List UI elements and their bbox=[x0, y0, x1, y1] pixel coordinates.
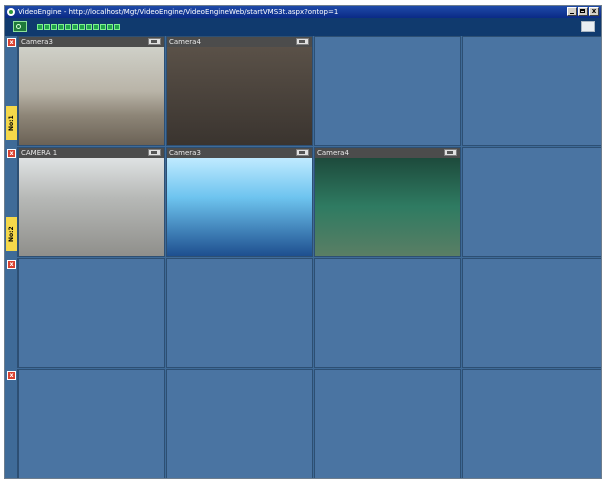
camera-label: Camera3 bbox=[21, 38, 53, 46]
camera-switch-icon[interactable] bbox=[13, 21, 27, 32]
empty-view-cell[interactable] bbox=[314, 369, 461, 478]
video-engine-window: VideoEngine - http://localhost/Mgt/Video… bbox=[4, 5, 602, 479]
camera-menu-button[interactable] bbox=[296, 38, 309, 45]
layout-toggle-button[interactable] bbox=[581, 21, 595, 32]
empty-view-cell[interactable] bbox=[462, 369, 601, 478]
empty-view-cell[interactable] bbox=[18, 258, 165, 368]
camera-view-cell[interactable]: Camera4 bbox=[314, 147, 461, 257]
camera-feed-image bbox=[19, 47, 164, 145]
camera-feed-image bbox=[167, 158, 312, 256]
camera-menu-button[interactable] bbox=[148, 149, 161, 156]
status-segment bbox=[79, 24, 85, 30]
camera-label: Camera3 bbox=[169, 149, 201, 157]
camera-feed-image bbox=[19, 158, 164, 256]
status-segment-strip bbox=[37, 24, 120, 31]
camera-view-cell[interactable]: Camera3 bbox=[18, 36, 165, 146]
window-title: VideoEngine - http://localhost/Mgt/Video… bbox=[18, 8, 339, 16]
camera-view-cell[interactable]: Camera4 bbox=[166, 36, 313, 146]
camera-header: Camera3 bbox=[167, 148, 312, 158]
status-segment bbox=[58, 24, 64, 30]
minimize-button[interactable] bbox=[567, 7, 577, 16]
empty-view-cell[interactable] bbox=[314, 258, 461, 368]
app-icon bbox=[7, 8, 15, 16]
toolbar bbox=[5, 18, 601, 36]
camera-header: CAMERA 1 bbox=[19, 148, 164, 158]
row-header: x bbox=[5, 258, 18, 368]
grid-row: x bbox=[5, 369, 601, 478]
camera-menu-button[interactable] bbox=[444, 149, 457, 156]
status-segment bbox=[37, 24, 43, 30]
empty-view-cell[interactable] bbox=[462, 36, 601, 146]
grid-row: x bbox=[5, 258, 601, 368]
camera-menu-button[interactable] bbox=[148, 38, 161, 45]
status-segment bbox=[65, 24, 71, 30]
camera-header: Camera4 bbox=[167, 37, 312, 47]
camera-header: Camera3 bbox=[19, 37, 164, 47]
row-header: x bbox=[5, 369, 18, 478]
row-close-button[interactable]: x bbox=[7, 260, 16, 269]
row-header: x No:2 bbox=[5, 147, 18, 257]
row-number-tag: No:1 bbox=[6, 106, 17, 140]
status-segment bbox=[100, 24, 106, 30]
status-segment bbox=[93, 24, 99, 30]
empty-view-cell[interactable] bbox=[462, 147, 601, 257]
camera-view-cell[interactable]: Camera3 bbox=[166, 147, 313, 257]
empty-view-cell[interactable] bbox=[314, 36, 461, 146]
camera-feed-image bbox=[167, 47, 312, 145]
row-close-button[interactable]: x bbox=[7, 38, 16, 47]
grid-row: x No:1 Camera3 Camera4 bbox=[5, 36, 601, 146]
camera-label: Camera4 bbox=[317, 149, 349, 157]
camera-label: CAMERA 1 bbox=[21, 149, 58, 157]
row-close-button[interactable]: x bbox=[7, 149, 16, 158]
status-segment bbox=[107, 24, 113, 30]
camera-grid: x No:1 Camera3 Camera4 x No:2 CAMERA 1 Camera3 C… bbox=[5, 36, 601, 478]
camera-header: Camera4 bbox=[315, 148, 460, 158]
grid-row: x No:2 CAMERA 1 Camera3 Camera4 bbox=[5, 147, 601, 257]
status-segment bbox=[44, 24, 50, 30]
camera-menu-button[interactable] bbox=[296, 149, 309, 156]
status-segment bbox=[114, 24, 120, 30]
empty-view-cell[interactable] bbox=[18, 369, 165, 478]
status-segment bbox=[51, 24, 57, 30]
empty-view-cell[interactable] bbox=[462, 258, 601, 368]
status-segment bbox=[86, 24, 92, 30]
empty-view-cell[interactable] bbox=[166, 369, 313, 478]
close-window-button[interactable]: x bbox=[589, 7, 599, 16]
empty-view-cell[interactable] bbox=[166, 258, 313, 368]
row-close-button[interactable]: x bbox=[7, 371, 16, 380]
camera-feed-image bbox=[315, 158, 460, 256]
camera-label: Camera4 bbox=[169, 38, 201, 46]
row-number-tag: No:2 bbox=[6, 217, 17, 251]
window-controls: x bbox=[567, 7, 599, 16]
title-bar[interactable]: VideoEngine - http://localhost/Mgt/Video… bbox=[5, 6, 601, 18]
status-segment bbox=[72, 24, 78, 30]
camera-view-cell[interactable]: CAMERA 1 bbox=[18, 147, 165, 257]
maximize-button[interactable] bbox=[578, 7, 588, 16]
row-header: x No:1 bbox=[5, 36, 18, 146]
